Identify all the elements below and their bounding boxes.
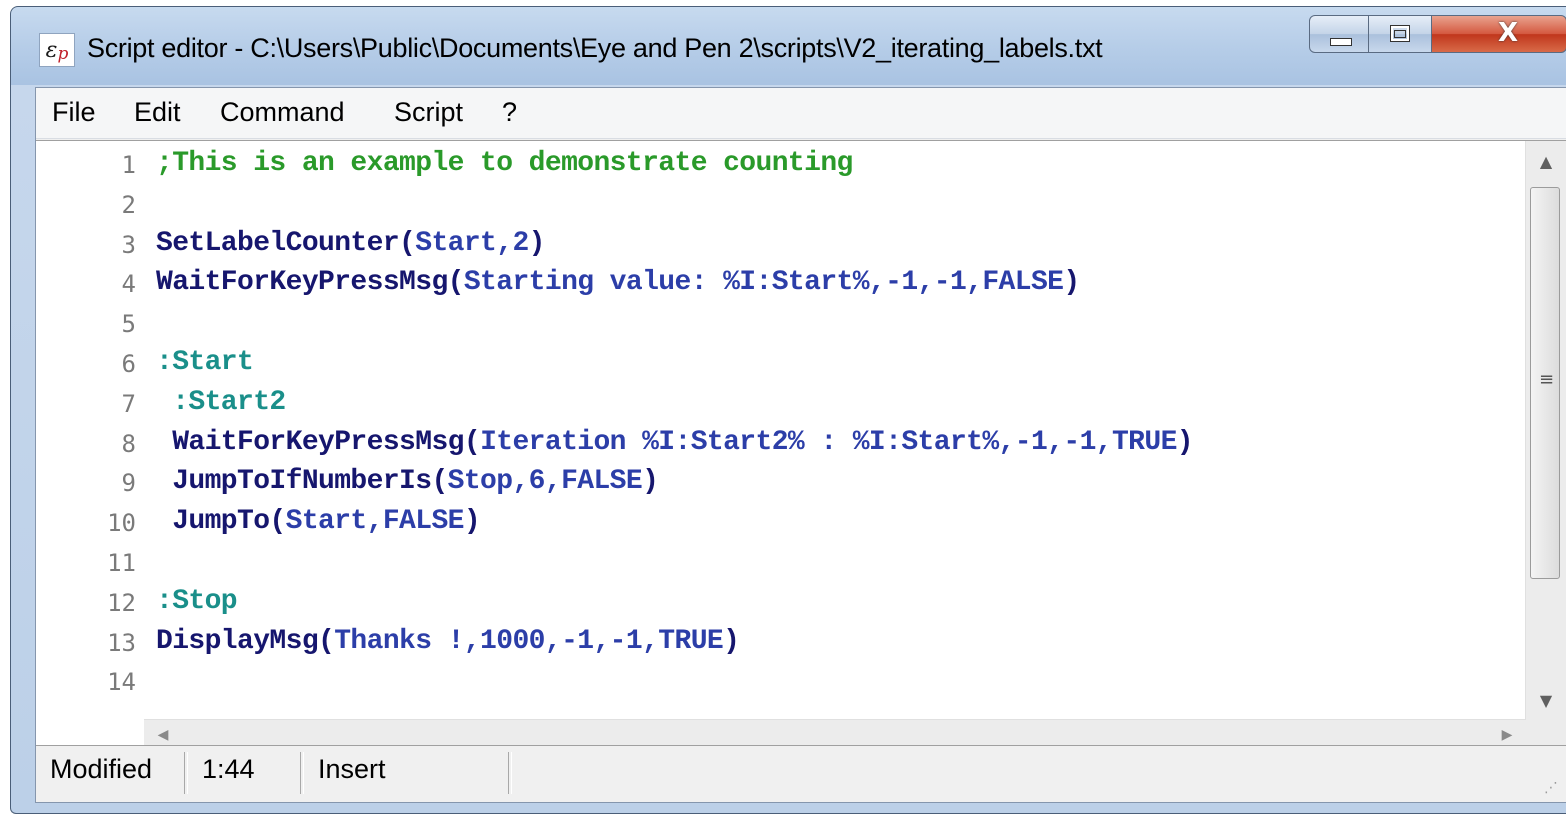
line-text: SetLabelCounter(Start,2) xyxy=(156,227,545,259)
line-number: 12 xyxy=(107,588,136,617)
close-button[interactable]: X xyxy=(1431,15,1566,53)
line-number: 6 xyxy=(121,350,136,378)
client-area: File Edit Command Script ? 1 ;This is an … xyxy=(35,87,1566,803)
scroll-up-icon[interactable]: ▲ xyxy=(1526,141,1566,181)
line-number: 5 xyxy=(121,310,136,339)
code-line[interactable]: 11 xyxy=(36,541,1566,581)
code-line[interactable]: 5 xyxy=(36,302,1566,342)
line-text: DisplayMsg(Thanks !,1000,-1,-1,TRUE) xyxy=(156,625,740,657)
code-line[interactable]: 6 :Start xyxy=(36,342,1566,382)
line-number: 13 xyxy=(107,628,136,657)
maximize-button[interactable] xyxy=(1368,15,1432,53)
code-editor[interactable]: 1 ;This is an example to demonstrate coun… xyxy=(36,140,1566,750)
code-line[interactable]: 9 JumpToIfNumberIs(Stop,6,FALSE) xyxy=(36,461,1566,501)
title-bar[interactable]: εp Script editor - C:\Users\Public\Docum… xyxy=(11,7,1566,85)
script-editor-window: εp Script editor - C:\Users\Public\Docum… xyxy=(10,6,1566,814)
status-separator xyxy=(300,752,304,794)
maximize-icon xyxy=(1390,25,1410,42)
resize-grip-icon[interactable]: ⋰ xyxy=(1544,780,1558,796)
status-bar: Modified 1:44 Insert ⋰ xyxy=(36,745,1566,802)
line-text: JumpToIfNumberIs(Stop,6,FALSE) xyxy=(172,466,659,498)
vertical-scrollbar[interactable]: ▲ ≡ ▼ xyxy=(1525,141,1566,720)
line-number: 10 xyxy=(107,509,136,538)
code-line[interactable]: 2 xyxy=(36,183,1566,223)
code-line[interactable]: 1 ;This is an example to demonstrate coun… xyxy=(36,143,1566,183)
line-text: ;This is an example to demonstrate count… xyxy=(156,148,853,179)
code-line[interactable]: 10 JumpTo(Start,FALSE) xyxy=(36,501,1566,541)
line-number: 4 xyxy=(121,270,136,299)
status-separator xyxy=(508,752,512,794)
line-number: 9 xyxy=(121,469,136,498)
eye-and-pen-icon: εp xyxy=(39,33,75,67)
line-text: :Start2 xyxy=(172,386,286,418)
menu-bar: File Edit Command Script ? xyxy=(36,88,1566,139)
code-line[interactable]: 8 WaitForKeyPressMsg(Iteration %I:Start2… xyxy=(36,422,1566,462)
line-number: 11 xyxy=(107,549,136,577)
scroll-down-icon[interactable]: ▼ xyxy=(1526,680,1566,720)
vertical-scroll-thumb[interactable]: ≡ xyxy=(1530,187,1560,579)
code-line[interactable]: 13 DisplayMsg(Thanks !,1000,-1,-1,TRUE) xyxy=(36,621,1566,661)
menu-edit[interactable]: Edit xyxy=(134,97,181,128)
minimize-button[interactable] xyxy=(1309,15,1369,53)
line-number: 14 xyxy=(107,668,136,697)
code-line[interactable]: 7 :Start2 xyxy=(36,382,1566,422)
menu-command[interactable]: Command xyxy=(220,97,345,128)
status-separator xyxy=(184,752,188,794)
status-insert-mode: Insert xyxy=(318,754,386,784)
line-number: 2 xyxy=(121,190,136,219)
line-number: 7 xyxy=(121,389,136,418)
code-line[interactable]: 3 SetLabelCounter(Start,2) xyxy=(36,223,1566,263)
minimize-icon xyxy=(1330,38,1352,46)
menu-script[interactable]: Script xyxy=(394,97,463,128)
line-number: 3 xyxy=(121,230,136,259)
line-number: 8 xyxy=(121,429,136,458)
code-line[interactable]: 4 WaitForKeyPressMsg(Starting value: %I:S… xyxy=(36,262,1566,302)
menu-file[interactable]: File xyxy=(52,97,96,128)
close-icon: X xyxy=(1498,18,1519,48)
line-number: 1 xyxy=(121,151,136,179)
status-modified: Modified xyxy=(50,754,153,784)
code-line[interactable]: 14 xyxy=(36,660,1566,700)
line-text: JumpTo(Start,FALSE) xyxy=(172,506,481,538)
line-text: :Start xyxy=(156,347,254,378)
code-line[interactable]: 12 :Stop xyxy=(36,581,1566,621)
menu-help[interactable]: ? xyxy=(502,97,517,128)
line-text: :Stop xyxy=(156,585,238,617)
line-text: WaitForKeyPressMsg(Iteration %I:Start2% … xyxy=(172,426,1193,458)
line-text: WaitForKeyPressMsg(Starting value: %I:St… xyxy=(156,267,1080,299)
grip-icon: ≡ xyxy=(1539,369,1555,390)
status-cursor-position: 1:44 xyxy=(202,754,255,784)
window-title: Script editor - C:\Users\Public\Document… xyxy=(87,33,1103,63)
